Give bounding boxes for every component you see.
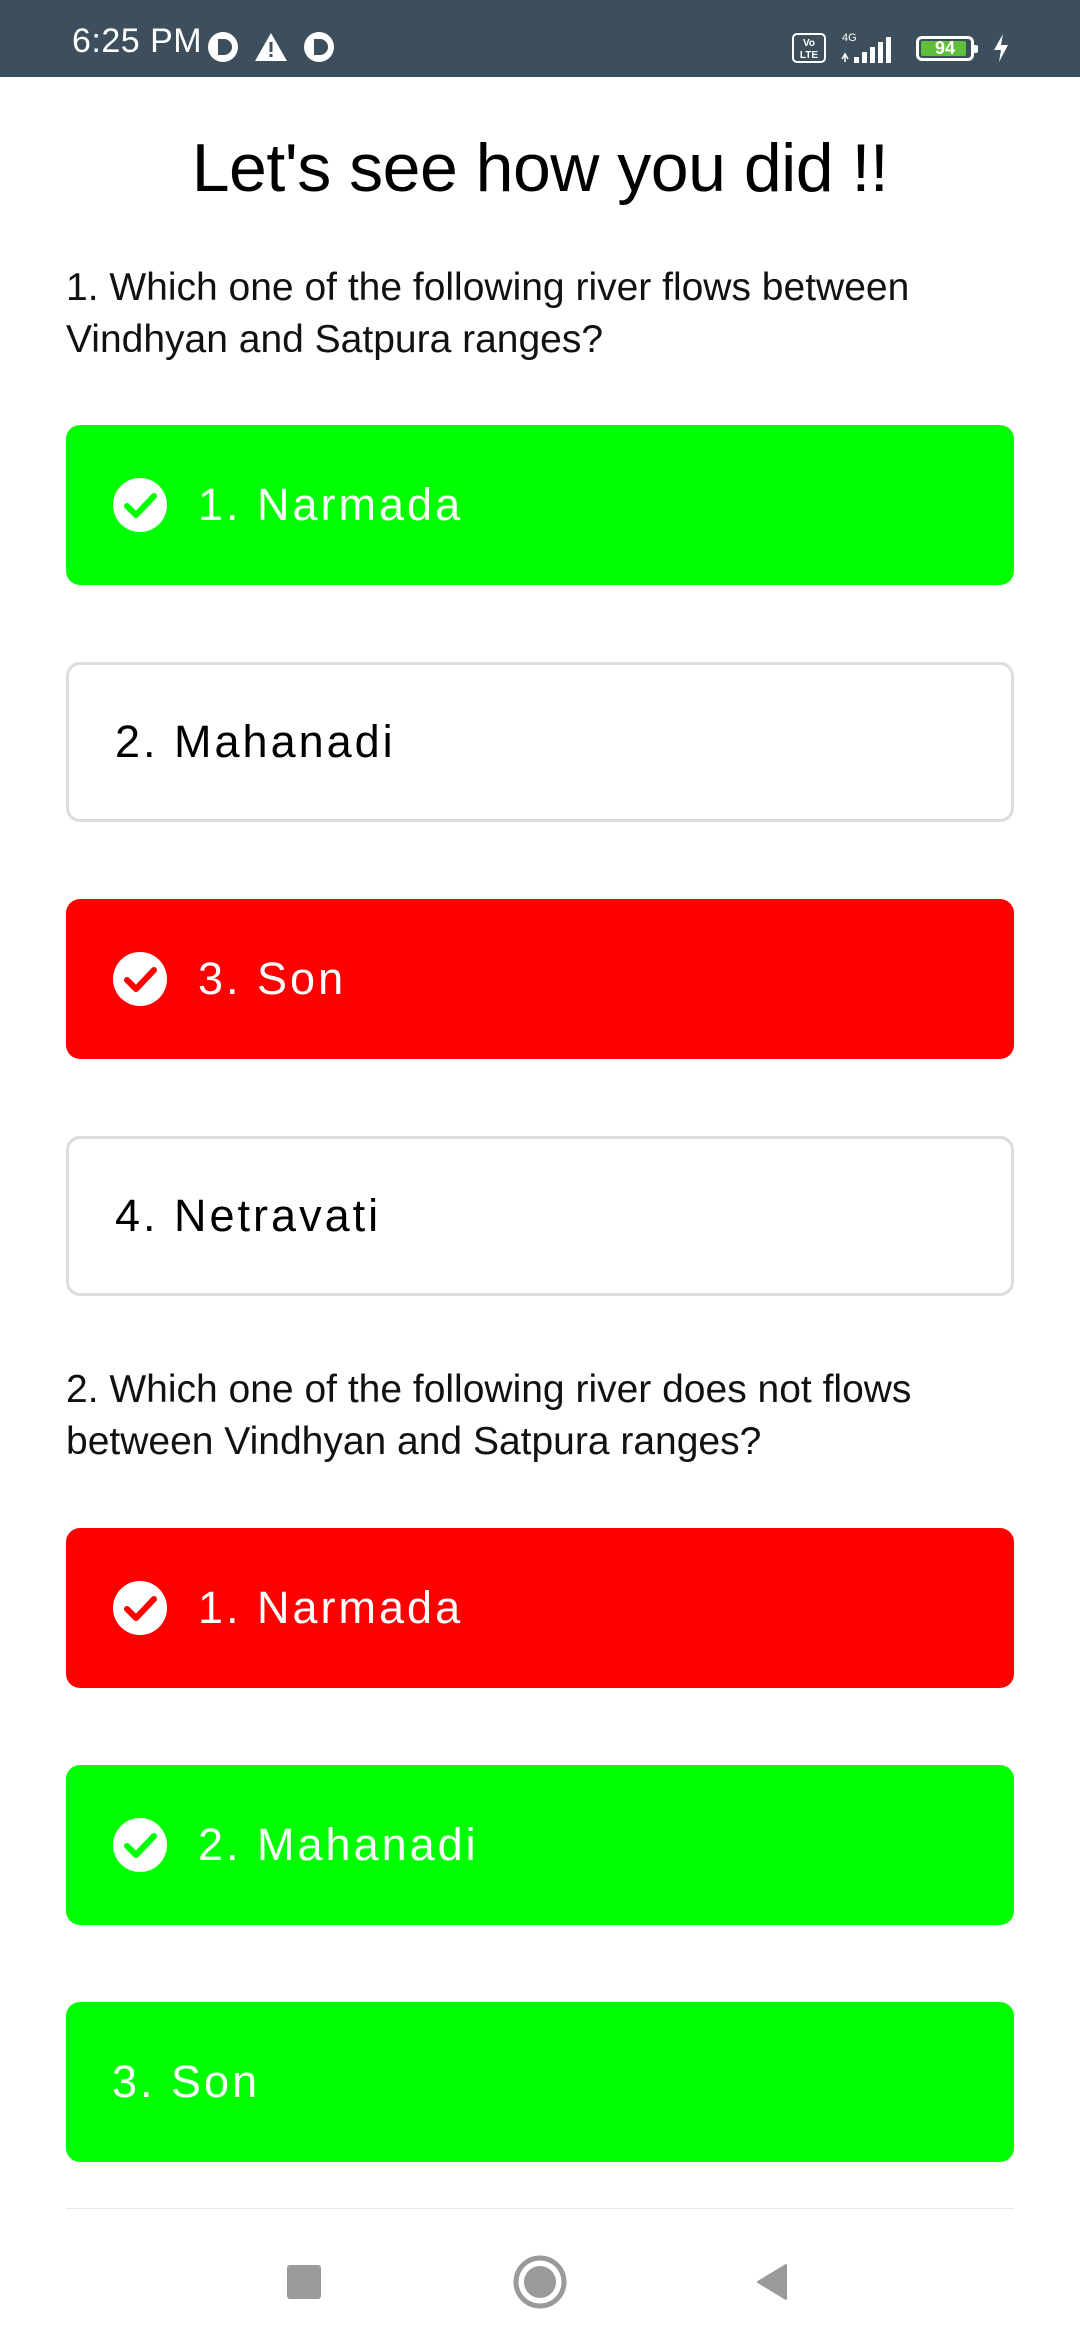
question-2-option-2[interactable]: 2. Mahanadi [66, 1765, 1014, 1925]
option-label: 3. Son [198, 953, 347, 1004]
option-label: 4. Netravati [115, 1190, 382, 1241]
page-title: Let's see how you did !! [191, 130, 889, 206]
question-1-option-3[interactable]: 3. Son [66, 899, 1014, 1059]
warning-icon [255, 33, 287, 61]
svg-text:4G: 4G [842, 32, 857, 44]
home-circle-icon [513, 2255, 567, 2309]
recents-button[interactable] [274, 2252, 334, 2312]
status-notification-icons [207, 30, 335, 64]
battery-icon: 94 [916, 35, 978, 61]
question-2-option-3[interactable]: 3. Son [66, 2002, 1014, 2162]
check-circle-icon [113, 478, 167, 532]
home-button[interactable] [510, 2252, 570, 2312]
battery-cap [974, 44, 978, 53]
charging-icon [994, 34, 1008, 62]
signal-icon: 4G [841, 32, 891, 63]
recents-square-icon [287, 2265, 321, 2299]
option-label: 1. Narmada [198, 1582, 464, 1633]
option-label: 2. Mahanadi [115, 716, 396, 767]
question-1-option-4[interactable]: 4. Netravati [66, 1136, 1014, 1296]
back-triangle-icon [757, 2264, 787, 2300]
battery-level: 94 [934, 37, 956, 58]
notification-app-icon [208, 32, 238, 62]
question-1-option-1[interactable]: 1. Narmada [66, 425, 1014, 585]
check-circle-icon [113, 1818, 167, 1872]
option-label: 1. Narmada [198, 479, 464, 530]
check-circle-icon [113, 952, 167, 1006]
question-1-option-2[interactable]: 2. Mahanadi [66, 662, 1014, 822]
back-button[interactable] [742, 2252, 802, 2312]
status-bar: 6:25 PM Vo LTE 4G 94 [0, 0, 1080, 77]
option-label: 2. Mahanadi [198, 1819, 479, 1870]
question-1-text: 1. Which one of the following river flow… [66, 266, 910, 361]
option-label: 3. Son [112, 2056, 261, 2107]
nav-divider [66, 2208, 1014, 2209]
question-2-option-1[interactable]: 1. Narmada [66, 1528, 1014, 1688]
status-time: 6:25 PM [72, 22, 203, 60]
svg-text:LTE: LTE [800, 50, 818, 61]
volte-icon: Vo LTE [792, 33, 826, 63]
system-nav-bar [0, 2210, 1080, 2340]
svg-text:Vo: Vo [803, 38, 815, 49]
status-system-icons: Vo LTE 4G 94 [792, 31, 1010, 65]
check-circle-icon [113, 1581, 167, 1635]
notification-app-icon [304, 32, 334, 62]
question-2-text: 2. Which one of the following river does… [66, 1368, 912, 1463]
